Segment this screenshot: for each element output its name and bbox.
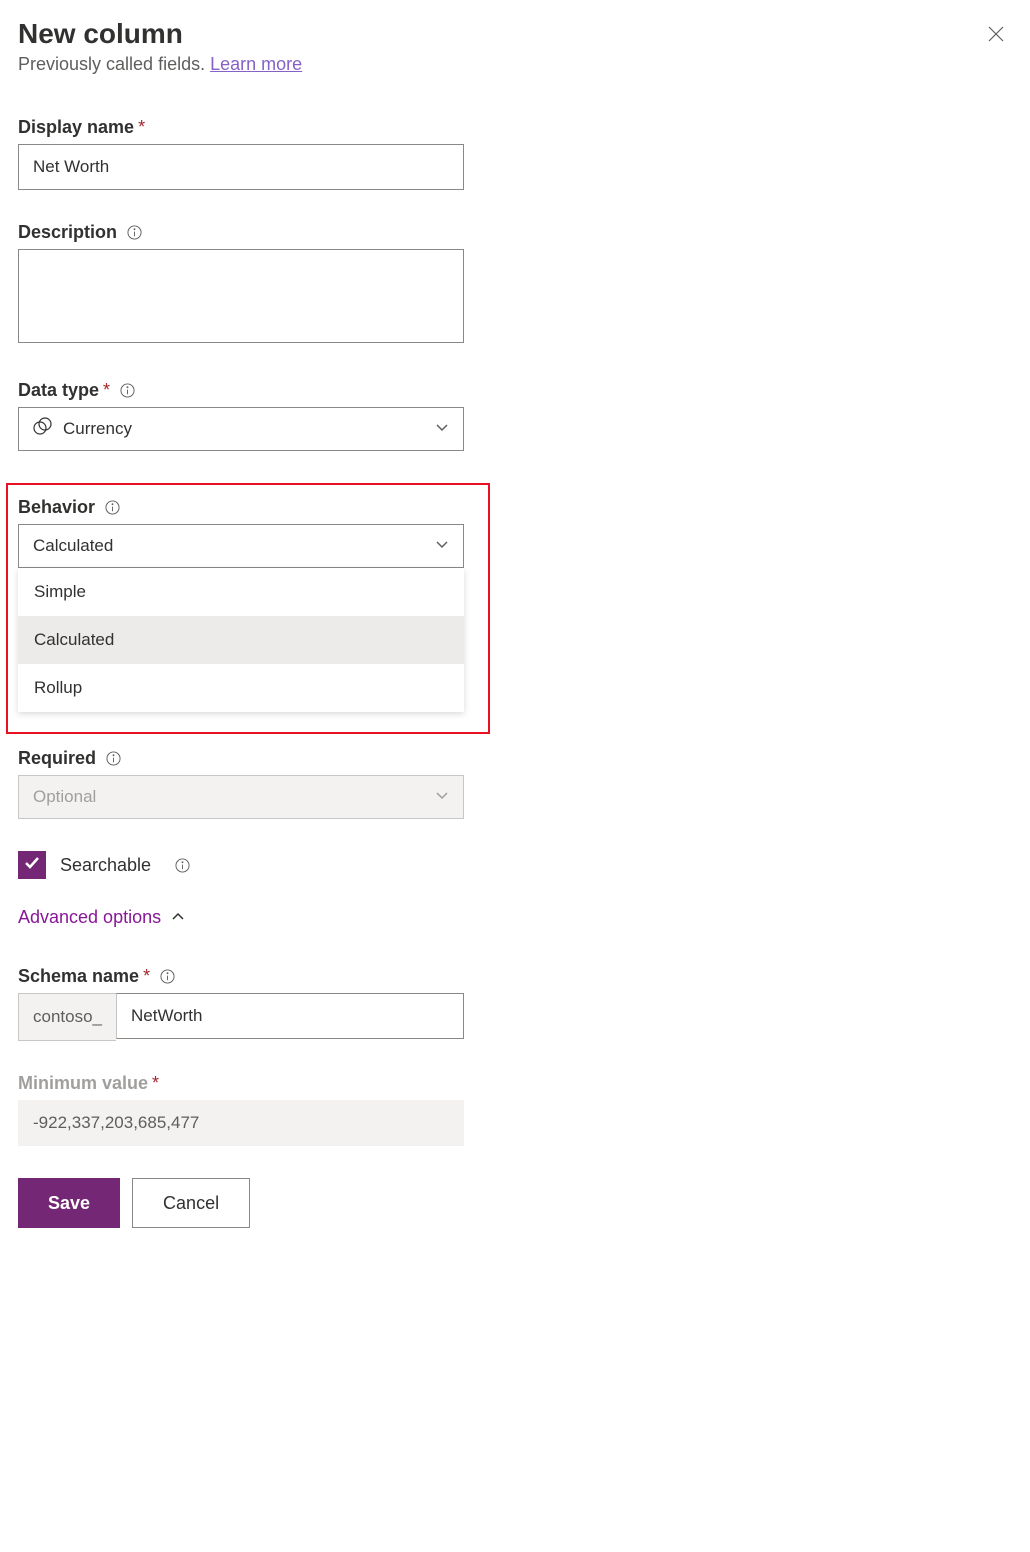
required-asterisk: * (152, 1073, 159, 1094)
label-row: Display name * (18, 117, 464, 138)
minimum-value-input (18, 1100, 464, 1146)
field-minimum-value: Minimum value * (18, 1073, 464, 1146)
button-row: Save Cancel (18, 1178, 464, 1228)
behavior-option-calculated[interactable]: Calculated (18, 616, 464, 664)
display-name-input[interactable] (18, 144, 464, 190)
schema-name-label: Schema name (18, 966, 139, 987)
info-icon[interactable] (175, 858, 190, 873)
data-type-select[interactable]: Currency (18, 407, 464, 451)
select-left: Currency (33, 417, 132, 442)
currency-icon (33, 417, 53, 442)
subtitle-text: Previously called fields. (18, 54, 205, 74)
panel-title: New column (18, 18, 302, 50)
label-row: Description (18, 222, 464, 243)
label-row: Required (18, 748, 464, 769)
cancel-button[interactable]: Cancel (132, 1178, 250, 1228)
behavior-value: Calculated (33, 536, 113, 556)
field-description: Description (18, 222, 464, 348)
field-schema-name: Schema name * contoso_ (18, 966, 464, 1041)
save-button[interactable]: Save (18, 1178, 120, 1228)
field-data-type: Data type * Currency (18, 380, 464, 451)
panel-subtitle: Previously called fields. Learn more (18, 54, 302, 75)
chevron-down-icon (435, 787, 449, 807)
field-required: Required Optional (18, 748, 464, 819)
field-behavior: Behavior Calculated Simple Calculated Ro… (18, 497, 464, 712)
info-icon[interactable] (105, 500, 120, 515)
info-icon[interactable] (160, 969, 175, 984)
display-name-label: Display name (18, 117, 134, 138)
required-asterisk: * (143, 966, 150, 987)
data-type-label: Data type (18, 380, 99, 401)
checkmark-icon (23, 854, 41, 877)
behavior-label: Behavior (18, 497, 95, 518)
close-button[interactable] (980, 18, 1012, 53)
info-icon[interactable] (106, 751, 121, 766)
advanced-options-label: Advanced options (18, 907, 161, 928)
info-icon[interactable] (120, 383, 135, 398)
behavior-option-simple[interactable]: Simple (18, 568, 464, 616)
learn-more-link[interactable]: Learn more (210, 54, 302, 74)
required-asterisk: * (103, 380, 110, 401)
behavior-highlight: Behavior Calculated Simple Calculated Ro… (6, 483, 490, 734)
label-row: Data type * (18, 380, 464, 401)
panel-header: New column Previously called fields. Lea… (18, 18, 1012, 75)
required-label: Required (18, 748, 96, 769)
behavior-select[interactable]: Calculated (18, 524, 464, 568)
schema-name-input[interactable] (116, 993, 464, 1039)
field-display-name: Display name * (18, 117, 464, 190)
searchable-checkbox[interactable] (18, 851, 46, 879)
required-asterisk: * (138, 117, 145, 138)
label-row: Schema name * (18, 966, 464, 987)
field-searchable: Searchable (18, 851, 464, 879)
chevron-down-icon (435, 419, 449, 439)
behavior-dropdown: Simple Calculated Rollup (18, 568, 464, 712)
behavior-option-rollup[interactable]: Rollup (18, 664, 464, 712)
advanced-options-toggle[interactable]: Advanced options (18, 907, 464, 928)
schema-name-group: contoso_ (18, 993, 464, 1041)
schema-prefix: contoso_ (18, 993, 116, 1041)
close-icon (988, 30, 1004, 45)
info-icon[interactable] (127, 225, 142, 240)
label-row: Minimum value * (18, 1073, 464, 1094)
description-input[interactable] (18, 249, 464, 343)
chevron-down-icon (435, 536, 449, 556)
data-type-value: Currency (63, 419, 132, 439)
label-row: Behavior (18, 497, 464, 518)
searchable-label: Searchable (60, 855, 151, 876)
required-select: Optional (18, 775, 464, 819)
title-block: New column Previously called fields. Lea… (18, 18, 302, 75)
form-container: Display name * Description Data type * (18, 117, 464, 1228)
description-label: Description (18, 222, 117, 243)
minimum-value-label: Minimum value (18, 1073, 148, 1094)
required-value: Optional (33, 787, 96, 807)
chevron-up-icon (171, 907, 185, 928)
